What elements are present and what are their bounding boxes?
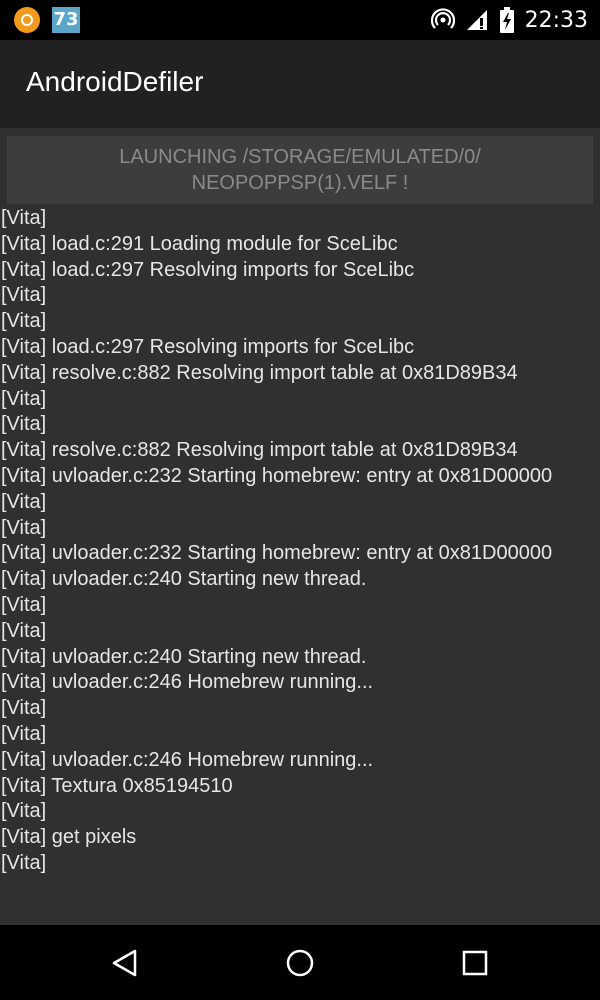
log-line: [Vita] [1,516,47,539]
log-line: [Vita] [1,310,47,333]
clock: 22:33 [524,7,588,33]
log-line: [Vita] uvloader.c:246 Homebrew running..… [1,671,374,694]
main-content: LAUNCHING /STORAGE/EMULATED/0/ NEOPOPPSP… [0,128,600,925]
navigation-bar [0,925,600,1000]
log-line: [Vita] load.c:297 Resolving imports for … [1,258,415,281]
log-line: [Vita] resolve.c:882 Resolving import ta… [1,361,518,384]
log-line: [Vita] get pixels [1,826,137,849]
notification-badge-icon: 73 [52,7,80,33]
log-line: [Vita] [1,387,47,410]
log-line: [Vita] uvloader.c:240 Starting new threa… [1,645,367,668]
status-bar: 73 22:33 [0,0,600,40]
log-line: [Vita] load.c:291 Loading module for Sce… [1,232,398,255]
app-title: AndroidDefiler [26,66,204,97]
hotspot-icon [430,8,455,29]
status-icons: 22:33 [430,0,588,40]
log-line: [Vita] [1,413,47,436]
log-line: [Vita] Textura 0x85194510 [1,774,233,797]
log-line: [Vita] [1,490,47,513]
log-line: [Vita] [1,619,47,642]
log-line: [Vita] resolve.c:882 Resolving import ta… [1,439,518,462]
back-icon[interactable] [105,943,145,983]
log-line: [Vita] uvloader.c:246 Homebrew running..… [1,748,374,771]
log-output: [Vita] [Vita] load.c:291 Loading module f… [0,206,600,877]
log-line: [Vita] [1,722,47,745]
launch-button[interactable]: LAUNCHING /STORAGE/EMULATED/0/ NEOPOPPSP… [7,136,593,204]
log-line: [Vita] [1,697,47,720]
signal-icon [466,10,487,30]
log-line: [Vita] uvloader.c:232 Starting homebrew:… [1,464,553,487]
log-line: [Vita] [1,593,47,616]
log-line: [Vita] load.c:297 Resolving imports for … [1,335,415,358]
recents-icon[interactable] [455,943,495,983]
log-line: [Vita] [1,851,47,874]
app-bar: AndroidDefiler [0,40,600,128]
log-line: [Vita] uvloader.c:240 Starting new threa… [1,568,367,591]
log-line: [Vita] [1,284,47,307]
app-notification-icon [14,7,40,33]
log-line: [Vita] uvloader.c:232 Starting homebrew:… [1,542,553,565]
log-line: [Vita] [1,800,47,823]
log-line: [Vita] [1,207,47,229]
home-icon[interactable] [280,943,320,983]
battery-charging-icon [499,7,514,33]
